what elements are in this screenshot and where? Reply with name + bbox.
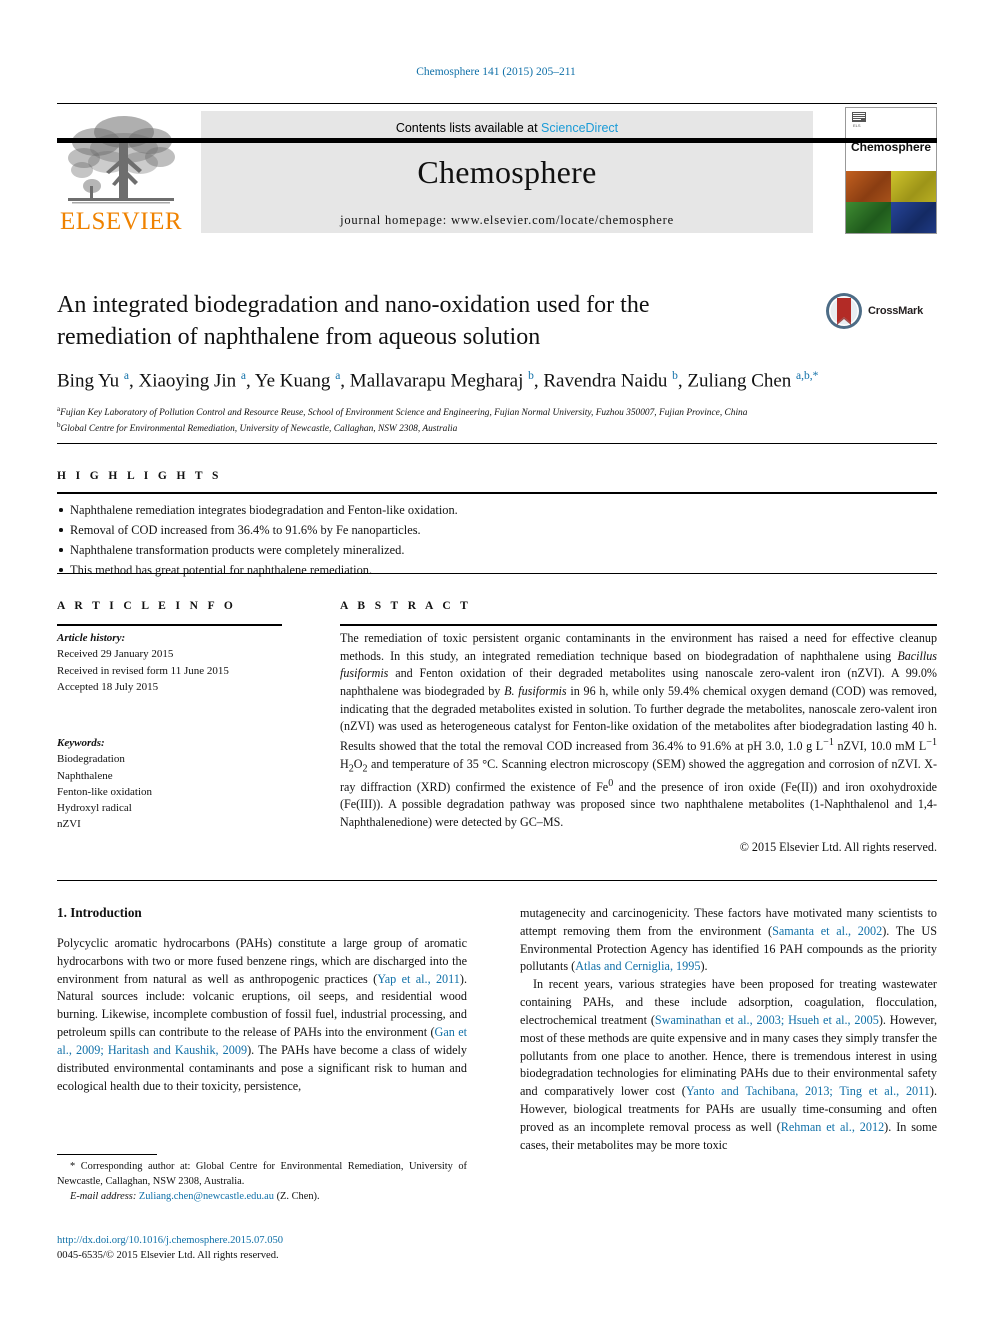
elsevier-logo: ELSEVIER — [57, 109, 185, 234]
article-history-list: Received 29 January 2015 Received in revi… — [57, 646, 297, 695]
article-info-spacer — [57, 695, 297, 735]
highlights-rule — [57, 492, 937, 495]
list-item: Accepted 18 July 2015 — [57, 680, 159, 693]
paragraph: mutagenecity and carcinogenicity. These … — [520, 906, 937, 974]
highlights-heading: H I G H L I G H T S — [57, 470, 222, 482]
list-item: Received 29 January 2015 — [57, 648, 174, 661]
list-item: Hydroxyl radical — [57, 802, 132, 815]
journal-homepage-link[interactable]: journal homepage: www.elsevier.com/locat… — [340, 213, 674, 228]
article-info-body: Article history: Received 29 January 201… — [57, 630, 297, 833]
issn-copyright: 0045-6535/© 2015 Elsevier Ltd. All right… — [57, 1250, 279, 1262]
list-item: nZVI — [57, 818, 81, 831]
cover-cell-blue — [891, 202, 936, 233]
list-item: Naphthalene — [57, 769, 113, 782]
elsevier-mark-icon: ELS — [852, 112, 866, 128]
sciencedirect-link[interactable]: ScienceDirect — [541, 121, 618, 135]
paragraph: Polycyclic aromatic hydrocarbons (PAHs) … — [57, 936, 467, 1093]
svg-text:ELS: ELS — [853, 123, 861, 128]
affiliation-a: aFujian Key Laboratory of Pollution Cont… — [57, 405, 937, 420]
elsevier-tree-icon — [68, 116, 175, 204]
affiliation-b: bGlobal Centre for Environmental Remedia… — [57, 421, 937, 436]
affiliation-a-text: Fujian Key Laboratory of Pollution Contr… — [60, 408, 748, 419]
intro-left-paragraphs: Polycyclic aromatic hydrocarbons (PAHs) … — [57, 935, 467, 1095]
articleinfo-top-rule — [57, 573, 937, 574]
cover-cell-yellow — [891, 171, 936, 202]
highlights-top-rule — [57, 443, 937, 444]
doi-link[interactable]: http://dx.doi.org/10.1016/j.chemosphere.… — [57, 1233, 477, 1248]
title-block: CrossMark An integrated biodegradation a… — [57, 290, 937, 436]
crossmark-label: CrossMark — [868, 305, 924, 317]
email-label: E-mail address: — [70, 1190, 137, 1202]
paragraph: In recent years, various strategies have… — [520, 977, 938, 1152]
author-list: Bing Yu a, Xiaoying Jin a, Ye Kuang a, M… — [57, 370, 819, 392]
list-item: Received in revised form 11 June 2015 — [57, 664, 229, 677]
highlights-list: Naphthalene remediation integrates biode… — [57, 500, 677, 580]
affiliations: aFujian Key Laboratory of Pollution Cont… — [57, 405, 937, 436]
body-column-left: 1. Introduction Polycyclic aromatic hydr… — [57, 905, 467, 1095]
email-suffix: (Z. Chen). — [276, 1190, 320, 1202]
cover-cell-orange — [846, 171, 891, 202]
article-info-heading: A R T I C L E I N F O — [57, 600, 237, 612]
journal-article-page: Chemosphere 141 (2015) 205–211 ELSEVIER … — [0, 0, 992, 1323]
crossmark-icon — [826, 293, 862, 329]
journal-banner: Contents lists available at ScienceDirec… — [201, 111, 813, 233]
list-item: Fenton-like oxidation — [57, 785, 153, 798]
cover-image-grid — [846, 171, 936, 233]
crossmark-badge[interactable]: CrossMark — [825, 291, 937, 331]
abstract-text: The remediation of toxic persistent orga… — [340, 631, 937, 830]
intro-right-paragraphs: mutagenecity and carcinogenicity. These … — [520, 905, 937, 1154]
corresponding-author-text: * Corresponding author at: Global Centre… — [57, 1161, 467, 1187]
section-heading-introduction: 1. Introduction — [57, 905, 142, 920]
keywords-list: Biodegradation Naphthalene Fenton-like oxi… — [57, 751, 297, 832]
elsevier-wordmark: ELSEVIER — [59, 208, 183, 235]
email-address[interactable]: Zuliang.chen@newcastle.edu.au — [139, 1191, 274, 1202]
body-column-right: mutagenecity and carcinogenicity. These … — [520, 905, 937, 1154]
list-item: Removal of COD increased from 36.4% to 9… — [57, 520, 677, 540]
affiliation-b-text: Global Centre for Environmental Remediat… — [60, 423, 458, 434]
list-item: Naphthalene remediation integrates biode… — [57, 500, 677, 520]
corresponding-author-note: * Corresponding author at: Global Centre… — [57, 1160, 467, 1204]
doi-block: http://dx.doi.org/10.1016/j.chemosphere.… — [57, 1233, 477, 1264]
page-title: An integrated biodegradation and nano-ox… — [57, 292, 650, 350]
contents-prefix: Contents lists available at — [395, 121, 542, 135]
journal-cover-thumbnail[interactable]: ELS Chemosphere — [845, 107, 937, 234]
email-line: E-mail address: Zuliang.chen@newcastle.e… — [57, 1190, 467, 1205]
body-top-rule — [57, 880, 937, 881]
journal-masthead: ELSEVIER Contents lists available at Sci… — [57, 103, 937, 236]
masthead-bottom-rule — [57, 138, 937, 143]
list-item: Biodegradation — [57, 753, 125, 766]
journal-title: Chemosphere — [417, 154, 597, 190]
abstract-heading: A B S T R A C T — [340, 600, 472, 612]
abstract-body: The remediation of toxic persistent orga… — [340, 630, 937, 856]
cover-cell-green — [846, 202, 891, 233]
article-info-rule — [57, 624, 282, 627]
list-item: Naphthalene transformation products were… — [57, 540, 677, 560]
keywords-label: Keywords: — [57, 737, 105, 750]
footnote-rule — [57, 1154, 157, 1155]
article-history-label: Article history: — [57, 632, 126, 644]
masthead-top-rule — [57, 103, 937, 104]
list-item: This method has great potential for naph… — [57, 560, 677, 580]
contents-line: Contents lists available at ScienceDirec… — [396, 121, 618, 135]
abstract-rule — [340, 624, 937, 627]
abstract-copyright: © 2015 Elsevier Ltd. All rights reserved… — [739, 839, 937, 854]
running-head: Chemosphere 141 (2015) 205–211 — [416, 66, 576, 78]
